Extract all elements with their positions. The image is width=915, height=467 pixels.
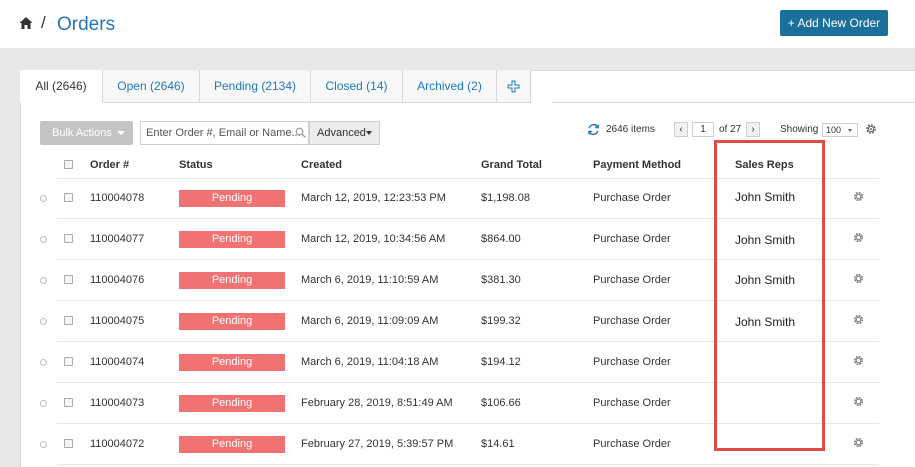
status-badge: Pending: [179, 436, 285, 453]
tab-closed[interactable]: Closed (14): [311, 70, 403, 103]
row-radio[interactable]: [40, 236, 47, 243]
status-badge: Pending: [179, 313, 285, 330]
column-payment-method[interactable]: Payment Method: [593, 159, 681, 171]
created-date: March 12, 2019, 10:34:56 AM: [301, 233, 446, 245]
created-date: March 6, 2019, 11:04:18 AM: [301, 356, 439, 368]
payment-method: Purchase Order: [593, 315, 671, 327]
gear-icon[interactable]: [852, 354, 865, 367]
row-checkbox[interactable]: [64, 398, 73, 407]
grand-total: $199.32: [481, 315, 521, 327]
page-title: Orders: [57, 14, 116, 35]
payment-method: Purchase Order: [593, 438, 671, 450]
row-checkbox[interactable]: [64, 234, 73, 243]
items-count: 2646 items: [606, 124, 655, 135]
page-total: of 27: [719, 124, 742, 135]
add-new-order-button[interactable]: + Add New Order: [780, 10, 888, 36]
created-date: February 27, 2019, 5:39:57 PM: [301, 438, 454, 450]
tab-archived[interactable]: Archived (2): [403, 70, 497, 103]
status-badge: Pending: [179, 395, 285, 412]
status-badge: Pending: [179, 354, 285, 371]
row-radio[interactable]: [40, 318, 47, 325]
row-checkbox[interactable]: [64, 357, 73, 366]
tab-open[interactable]: Open (2646): [103, 70, 200, 103]
column-order[interactable]: Order #: [90, 159, 129, 171]
gear-icon[interactable]: [852, 436, 865, 449]
order-number[interactable]: 110004073: [90, 397, 144, 409]
status-badge: Pending: [179, 272, 285, 289]
gear-icon[interactable]: [852, 313, 865, 326]
grand-total: $194.12: [481, 356, 521, 368]
search-icon[interactable]: [295, 127, 306, 138]
row-radio[interactable]: [40, 195, 47, 202]
payment-method: Purchase Order: [593, 192, 671, 204]
grand-total: $14.61: [481, 438, 515, 450]
row-checkbox[interactable]: [64, 193, 73, 202]
tab-all[interactable]: All (2646): [20, 70, 103, 103]
payment-method: Purchase Order: [593, 397, 671, 409]
row-radio[interactable]: [40, 277, 47, 284]
grand-total: $381.30: [481, 274, 521, 286]
refresh-icon[interactable]: [587, 123, 600, 136]
page-number-input[interactable]: [692, 122, 714, 137]
tabs-divider: [552, 102, 915, 103]
created-date: March 6, 2019, 11:09:09 AM: [301, 315, 439, 327]
row-checkbox[interactable]: [64, 316, 73, 325]
page-header: / Orders + Add New Order: [0, 0, 915, 48]
payment-method: Purchase Order: [593, 233, 671, 245]
gear-icon[interactable]: [852, 231, 865, 244]
status-badge: Pending: [179, 190, 285, 207]
gear-icon[interactable]: [864, 122, 878, 136]
order-number[interactable]: 110004077: [90, 233, 144, 245]
row-checkbox[interactable]: [64, 439, 73, 448]
gear-icon[interactable]: [852, 190, 865, 203]
showing-label: Showing: [780, 124, 819, 135]
search-input[interactable]: [140, 121, 309, 145]
order-number[interactable]: 110004076: [90, 274, 144, 286]
tab-pending[interactable]: Pending (2134): [200, 70, 311, 103]
payment-method: Purchase Order: [593, 356, 671, 368]
breadcrumb-separator: /: [41, 13, 46, 32]
next-page-button[interactable]: ›: [746, 122, 760, 137]
per-page-select[interactable]: 100: [822, 123, 858, 137]
add-tab-button[interactable]: [497, 70, 531, 103]
column-status[interactable]: Status: [179, 159, 213, 171]
created-date: March 6, 2019, 11:10:59 AM: [301, 274, 439, 286]
column-created[interactable]: Created: [301, 159, 342, 171]
column-grand-total[interactable]: Grand Total: [481, 159, 542, 171]
gear-icon[interactable]: [852, 272, 865, 285]
gear-icon[interactable]: [852, 395, 865, 408]
order-tabs: All (2646) Open (2646) Pending (2134) Cl…: [20, 70, 531, 103]
chevron-down-icon: [117, 131, 125, 135]
payment-method: Purchase Order: [593, 274, 671, 286]
grand-total: $1,198.08: [481, 192, 530, 204]
status-badge: Pending: [179, 231, 285, 248]
order-number[interactable]: 110004072: [90, 438, 144, 450]
home-icon[interactable]: [19, 16, 33, 30]
created-date: March 12, 2019, 12:23:53 PM: [301, 192, 446, 204]
row-radio[interactable]: [40, 400, 47, 407]
order-number[interactable]: 110004074: [90, 356, 144, 368]
select-all-checkbox[interactable]: [64, 160, 73, 169]
grand-total: $106.66: [481, 397, 521, 409]
grand-total: $864.00: [481, 233, 521, 245]
sales-reps-highlight: [714, 140, 825, 451]
order-number[interactable]: 110004078: [90, 192, 144, 204]
created-date: February 28, 2019, 8:51:49 AM: [301, 397, 453, 409]
order-number[interactable]: 110004075: [90, 315, 144, 327]
row-radio[interactable]: [40, 359, 47, 366]
row-radio[interactable]: [40, 441, 47, 448]
row-divider: [57, 464, 879, 465]
prev-page-button[interactable]: ‹: [674, 122, 688, 137]
chevron-down-icon: [848, 129, 852, 132]
row-checkbox[interactable]: [64, 275, 73, 284]
plus-icon: [507, 80, 520, 92]
chevron-down-icon: [366, 131, 372, 135]
